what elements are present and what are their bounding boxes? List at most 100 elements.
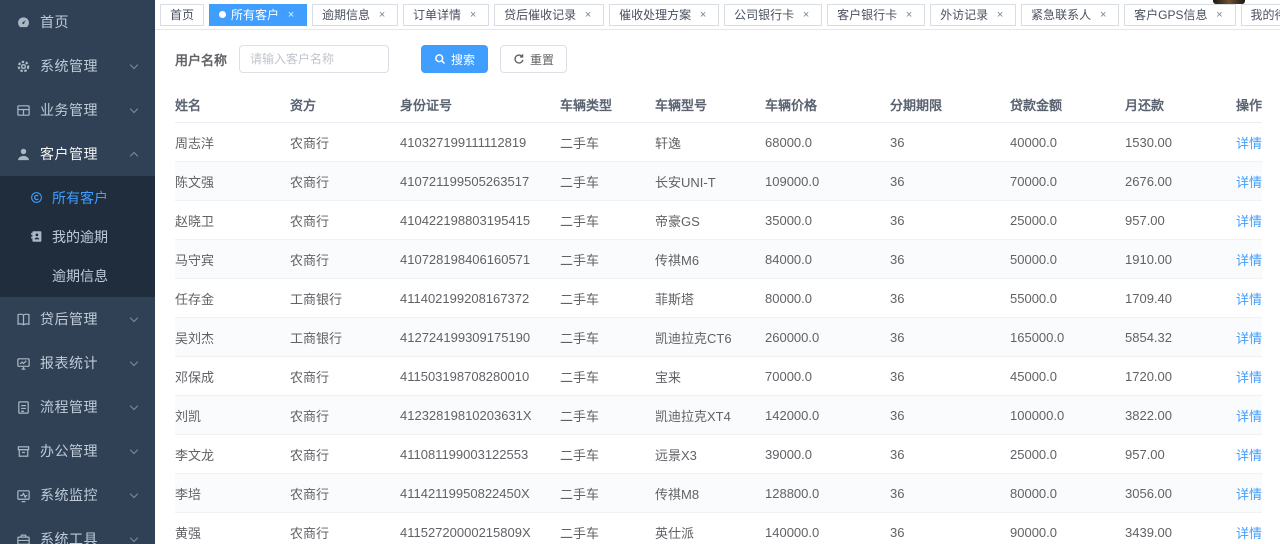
customers-submenu: 所有客户 我的逾期 逾期信息 [0, 176, 155, 297]
column-header: 操作 [1205, 86, 1262, 123]
cell-installment-term: 36 [890, 201, 1010, 240]
sidebar-item-label: 系统工具 [40, 529, 131, 544]
sidebar-item-label: 流程管理 [40, 397, 131, 417]
address-book-icon [30, 230, 52, 243]
chevron-down-icon [130, 533, 138, 541]
cell-vehicle-model: 轩逸 [655, 123, 765, 162]
cell-funder: 农商行 [290, 240, 400, 279]
sidebar-item-my-overdue[interactable]: 我的逾期 [0, 217, 155, 256]
cell-vehicle-model: 英仕派 [655, 513, 765, 544]
sidebar-item-label: 报表统计 [40, 353, 131, 373]
close-icon[interactable]: × [376, 9, 388, 21]
tab[interactable]: 逾期信息 × [312, 4, 398, 26]
cell-funder: 农商行 [290, 513, 400, 544]
avatar-cutoff[interactable] [1213, 0, 1245, 4]
sidebar-item-office[interactable]: 办公管理 [0, 429, 155, 473]
tab[interactable]: 订单详情 × [403, 4, 489, 26]
sidebar-item-overdue-info[interactable]: 逾期信息 [0, 256, 155, 295]
tab[interactable]: 首页 [160, 4, 204, 26]
cell-vehicle-type: 二手车 [560, 435, 655, 474]
sidebar-item-home[interactable]: 首页 [0, 0, 155, 44]
sidebar-item-label: 我的逾期 [52, 227, 108, 247]
sidebar-item-postloan[interactable]: 贷后管理 [0, 297, 155, 341]
cell-id-number: 411081199003122553 [400, 435, 560, 474]
detail-link[interactable]: 详情 [1236, 526, 1262, 541]
cell-funder: 工商银行 [290, 279, 400, 318]
cell-vehicle-model: 菲斯塔 [655, 279, 765, 318]
detail-link[interactable]: 详情 [1236, 487, 1262, 502]
sidebar-item-customers[interactable]: 客户管理 [0, 132, 155, 176]
tab-label: 我的待办 [1251, 6, 1280, 23]
close-icon[interactable]: × [994, 9, 1006, 21]
customer-name-input[interactable] [239, 45, 389, 73]
sidebar-item-monitor[interactable]: 系统监控 [0, 473, 155, 517]
tab[interactable]: 所有客户 × [209, 4, 307, 26]
tab[interactable]: 客户GPS信息 × [1124, 4, 1235, 26]
cell-vehicle-model: 远景X3 [655, 435, 765, 474]
tab[interactable]: 外访记录 × [930, 4, 1016, 26]
cell-name: 周志洋 [175, 123, 290, 162]
detail-link[interactable]: 详情 [1236, 136, 1262, 151]
detail-link[interactable]: 详情 [1236, 331, 1262, 346]
detail-link[interactable]: 详情 [1236, 409, 1262, 424]
chevron-down-icon [130, 357, 138, 365]
tab[interactable]: 贷后催收记录 × [494, 4, 604, 26]
cell-vehicle-price: 142000.0 [765, 396, 890, 435]
tab[interactable]: 客户银行卡 × [827, 4, 925, 26]
refresh-icon [513, 53, 525, 65]
cell-loan-amount: 90000.0 [1010, 513, 1125, 544]
close-icon[interactable]: × [1214, 9, 1226, 21]
detail-link[interactable]: 详情 [1236, 175, 1262, 190]
detail-link[interactable]: 详情 [1236, 253, 1262, 268]
tab[interactable]: 催收处理方案 × [609, 4, 719, 26]
book-icon [16, 312, 40, 327]
cell-installment-term: 36 [890, 240, 1010, 279]
sidebar-item-process[interactable]: 流程管理 [0, 385, 155, 429]
sidebar-item-all-customers[interactable]: 所有客户 [0, 178, 155, 217]
app-window: 首页 系统管理 业务管理 客户管理 [0, 0, 1280, 544]
cell-vehicle-price: 128800.0 [765, 474, 890, 513]
search-button[interactable]: 搜索 [421, 45, 488, 73]
cell-vehicle-model: 凯迪拉克XT4 [655, 396, 765, 435]
close-icon[interactable]: × [697, 9, 709, 21]
table-row: 任存金 工商银行 411402199208167372 二手车 菲斯塔 8000… [175, 279, 1262, 318]
cell-loan-amount: 40000.0 [1010, 123, 1125, 162]
tab[interactable]: 我的待办 × [1241, 4, 1280, 26]
detail-link[interactable]: 详情 [1236, 448, 1262, 463]
close-icon[interactable]: × [582, 9, 594, 21]
sidebar-item-reports[interactable]: 报表统计 [0, 341, 155, 385]
close-icon[interactable]: × [467, 9, 479, 21]
chevron-down-icon [130, 445, 138, 453]
cell-vehicle-type: 二手车 [560, 279, 655, 318]
detail-link[interactable]: 详情 [1236, 292, 1262, 307]
document-icon [16, 400, 40, 415]
sidebar-item-system[interactable]: 系统管理 [0, 44, 155, 88]
cell-funder: 工商银行 [290, 318, 400, 357]
cell-monthly-payment: 1530.00 [1125, 123, 1205, 162]
sidebar-item-tools[interactable]: 系统工具 [0, 517, 155, 544]
cell-vehicle-price: 39000.0 [765, 435, 890, 474]
detail-link[interactable]: 详情 [1236, 370, 1262, 385]
close-icon[interactable]: × [903, 9, 915, 21]
cell-monthly-payment: 3056.00 [1125, 474, 1205, 513]
close-icon[interactable]: × [800, 9, 812, 21]
detail-link[interactable]: 详情 [1236, 214, 1262, 229]
tab[interactable]: 紧急联系人 × [1021, 4, 1119, 26]
search-field-label: 用户名称 [175, 50, 227, 69]
close-icon[interactable]: × [285, 9, 297, 21]
tab[interactable]: 公司银行卡 × [724, 4, 822, 26]
sidebar-item-business[interactable]: 业务管理 [0, 88, 155, 132]
chevron-down-icon [130, 60, 138, 68]
cell-id-number: 410422198803195415 [400, 201, 560, 240]
monitor-chart-icon [16, 356, 40, 371]
close-icon[interactable]: × [1097, 9, 1109, 21]
tab-label: 所有客户 [231, 6, 279, 23]
cell-vehicle-type: 二手车 [560, 474, 655, 513]
reset-button[interactable]: 重置 [500, 45, 567, 73]
table-header-row: 姓名资方身份证号车辆类型车辆型号车辆价格分期期限贷款金额月还款操作 [175, 86, 1262, 123]
cell-funder: 农商行 [290, 162, 400, 201]
cell-loan-amount: 45000.0 [1010, 357, 1125, 396]
cell-vehicle-price: 68000.0 [765, 123, 890, 162]
table-row: 刘凯 农商行 41232819810203631X 二手车 凯迪拉克XT4 14… [175, 396, 1262, 435]
cell-monthly-payment: 3822.00 [1125, 396, 1205, 435]
